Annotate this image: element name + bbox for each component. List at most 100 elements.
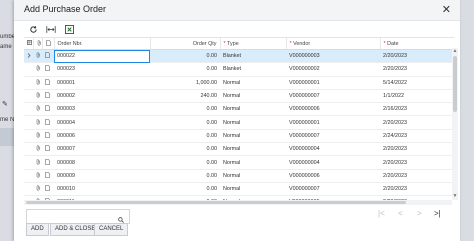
type-cell[interactable]: Normal <box>220 155 286 170</box>
paperclip-icon[interactable] <box>36 145 41 153</box>
order-nbr-cell[interactable]: 000001 <box>54 76 150 90</box>
horizontal-scrollbar-thumb[interactable] <box>26 201 406 204</box>
row-selector[interactable] <box>24 76 33 90</box>
column-header-attachment[interactable] <box>33 38 43 50</box>
vendor-cell[interactable]: V000000001 <box>286 76 380 90</box>
row-note-cell[interactable] <box>42 76 54 90</box>
row-attachment-cell[interactable] <box>33 142 42 157</box>
table-row[interactable]: 000009 0.00 Normal V000000006 2/20/2023 <box>24 169 454 183</box>
order-qty-cell[interactable]: 1,000.00 <box>150 76 220 90</box>
note-icon[interactable] <box>45 65 50 73</box>
order-nbr-cell[interactable]: 000007 <box>54 142 150 157</box>
note-icon[interactable] <box>45 145 50 153</box>
date-cell[interactable]: 2/20/2023 <box>380 155 454 170</box>
row-selector[interactable] <box>24 155 33 170</box>
add-and-close-button[interactable]: ADD & CLOSE <box>50 223 101 236</box>
previous-page-button[interactable]: < <box>398 209 403 218</box>
row-note-cell[interactable] <box>42 129 54 144</box>
column-header-date[interactable]: * Date <box>380 38 454 50</box>
table-row[interactable]: 000006 0.00 Normal V000000007 2/24/2023 <box>24 129 454 144</box>
type-cell[interactable]: Normal <box>220 102 286 117</box>
vendor-cell[interactable]: V000000002 <box>286 62 380 77</box>
column-header-order-nbr[interactable]: Order Nbr. <box>54 38 151 50</box>
table-row[interactable]: 000002 240.00 Normal V000000007 1/1/2022 <box>24 89 454 104</box>
order-qty-cell[interactable]: 0.00 <box>150 142 220 157</box>
row-selector[interactable] <box>24 129 33 144</box>
type-cell[interactable]: Blanket <box>220 49 286 64</box>
table-row[interactable]: 000001 1,000.00 Normal V000000001 5/14/2022 <box>24 76 454 90</box>
row-note-cell[interactable] <box>42 142 54 157</box>
table-row[interactable]: 000007 0.00 Normal V000000004 2/20/2023 <box>24 142 454 157</box>
row-attachment-cell[interactable] <box>33 49 42 64</box>
order-qty-cell[interactable]: 0.00 <box>150 102 220 117</box>
note-icon[interactable] <box>45 52 50 60</box>
row-attachment-cell[interactable] <box>33 115 42 130</box>
paperclip-icon[interactable] <box>36 132 41 140</box>
type-cell[interactable]: Normal <box>220 89 286 104</box>
order-nbr-cell[interactable]: 000008 <box>54 155 150 170</box>
vendor-cell[interactable]: V000000001 <box>286 115 380 130</box>
table-row[interactable]: 000003 0.00 Normal V000000006 2/16/2023 <box>24 102 454 117</box>
refresh-icon[interactable] <box>26 22 40 36</box>
date-cell[interactable]: 2/24/2023 <box>380 129 454 144</box>
row-attachment-cell[interactable] <box>33 182 42 197</box>
row-note-cell[interactable] <box>42 182 54 197</box>
search-input[interactable] <box>26 209 130 224</box>
table-row[interactable]: 000004 0.00 Normal V000000001 2/20/2023 <box>24 115 454 130</box>
last-page-button[interactable]: >| <box>434 209 441 218</box>
next-page-button[interactable]: > <box>417 209 422 218</box>
order-nbr-cell[interactable]: 000006 <box>54 129 150 144</box>
type-cell[interactable]: Normal <box>220 115 286 130</box>
paperclip-icon[interactable] <box>36 92 41 100</box>
table-row[interactable]: 000022 0.00 Blanket V000000003 2/20/2023 <box>24 49 454 64</box>
add-button[interactable]: ADD <box>26 223 49 236</box>
grid-settings-icon[interactable] <box>27 40 32 45</box>
vendor-cell[interactable]: V000000007 <box>286 89 380 104</box>
first-page-button[interactable]: |< <box>378 209 385 218</box>
export-excel-icon[interactable] <box>62 22 76 36</box>
vendor-cell[interactable]: V000000006 <box>286 169 380 183</box>
row-attachment-cell[interactable] <box>33 62 42 77</box>
date-cell[interactable]: 5/14/2022 <box>380 76 454 90</box>
note-icon[interactable] <box>45 92 50 100</box>
order-qty-cell[interactable]: 0.00 <box>150 129 220 144</box>
order-nbr-cell[interactable]: 000004 <box>54 115 150 130</box>
row-selector[interactable] <box>24 49 33 64</box>
note-icon[interactable] <box>45 105 50 113</box>
order-qty-cell[interactable]: 0.00 <box>150 115 220 130</box>
paperclip-icon[interactable] <box>36 118 41 127</box>
note-icon[interactable] <box>45 78 50 87</box>
paperclip-icon[interactable] <box>36 65 41 73</box>
row-attachment-cell[interactable] <box>33 89 42 104</box>
row-attachment-cell[interactable] <box>33 155 42 170</box>
type-cell[interactable]: Normal <box>220 129 286 144</box>
row-note-cell[interactable] <box>42 155 54 170</box>
row-selector[interactable] <box>24 89 33 104</box>
type-cell[interactable]: Normal <box>220 76 286 90</box>
row-note-cell[interactable] <box>42 49 54 64</box>
table-row[interactable]: 000010 0.00 Normal V000000007 2/20/2023 <box>24 182 454 197</box>
table-row[interactable]: 000008 0.00 Normal V000000004 2/20/2023 <box>24 155 454 170</box>
type-cell[interactable]: Normal <box>220 182 286 197</box>
order-nbr-cell[interactable]: 000009 <box>54 169 150 183</box>
order-nbr-cell[interactable]: 000010 <box>54 182 150 197</box>
row-note-cell[interactable] <box>42 62 54 77</box>
column-header-vendor[interactable]: * Vendor <box>286 38 381 50</box>
row-selector[interactable] <box>24 142 33 157</box>
note-icon[interactable] <box>45 171 50 180</box>
paperclip-icon[interactable] <box>36 158 41 167</box>
vendor-cell[interactable]: V000000004 <box>286 142 380 157</box>
order-qty-cell[interactable]: 0.00 <box>150 49 220 64</box>
order-nbr-cell[interactable]: 000003 <box>54 102 150 117</box>
vendor-cell[interactable]: V000000007 <box>286 129 380 144</box>
note-icon[interactable] <box>45 118 50 127</box>
column-header-note[interactable] <box>42 38 55 50</box>
vendor-cell[interactable]: V000000003 <box>286 49 380 64</box>
row-note-cell[interactable] <box>42 89 54 104</box>
type-cell[interactable]: Blanket <box>220 62 286 77</box>
date-cell[interactable]: 2/20/2023 <box>380 62 454 77</box>
row-attachment-cell[interactable] <box>33 102 42 117</box>
note-icon[interactable] <box>45 158 50 167</box>
row-attachment-cell[interactable] <box>33 76 42 90</box>
date-cell[interactable]: 2/16/2023 <box>380 102 454 117</box>
